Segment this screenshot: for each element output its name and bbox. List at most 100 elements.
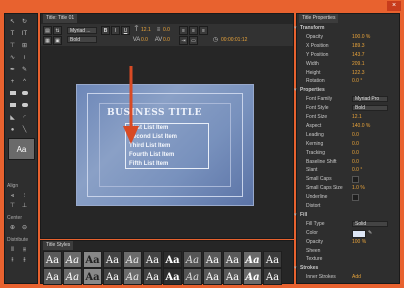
property-value[interactable]: 189.3 [352,42,365,50]
delete-anchor-tool-icon[interactable]: ✎ [20,66,29,74]
property-row[interactable]: Sheen [298,247,396,255]
vertical-path-type-tool-icon[interactable]: ≀ [20,54,29,62]
property-row[interactable]: Underline [298,193,396,202]
arc-tool-icon[interactable]: ◜ [20,114,29,122]
rectangle-tool-icon[interactable] [8,90,17,98]
property-row[interactable]: Opacity 100 % [298,238,396,246]
distribute-right-icon[interactable]: ⫲ [8,256,17,264]
style-swatch[interactable]: Aa [203,268,222,285]
show-safe-area-button[interactable]: ▭ [189,36,198,45]
tracking-value[interactable]: 0.0 [163,37,170,43]
distribute-left-icon[interactable]: ⫴ [8,246,17,254]
property-value[interactable]: 143.7 [352,51,365,59]
style-swatch[interactable]: Aa [123,251,142,268]
property-value[interactable]: 0.0 [352,131,359,139]
property-row[interactable]: Width 209.1 [298,60,396,68]
style-swatch[interactable]: Aa [263,268,282,285]
style-swatch[interactable]: Aa [163,251,182,268]
property-value[interactable]: 0.0 ° [352,77,362,85]
style-swatch[interactable]: Aa [143,251,162,268]
underline-button[interactable]: U [121,26,130,35]
line-tool-icon[interactable]: ╲ [20,126,29,134]
property-row[interactable]: Fill Type Solid [298,220,396,228]
property-row[interactable]: Tracking 0.0 [298,149,396,157]
property-row[interactable]: Y Position 143.7 [298,51,396,59]
property-value[interactable]: 0.0 ° [352,166,362,174]
font-size-value[interactable]: 12.1 [141,27,151,33]
property-value[interactable]: Bold [352,105,388,112]
center-horizontal-icon[interactable]: ⊖ [20,224,29,232]
show-background-button[interactable]: ▣ [53,36,62,45]
convert-anchor-tool-icon[interactable]: ^ [20,78,29,86]
style-swatch[interactable]: Aa [103,251,122,268]
property-row[interactable]: Texture [298,255,396,263]
property-row[interactable]: Baseline Shift 0.0 [298,158,396,166]
align-center-icon[interactable]: ⫶ [20,192,29,200]
rotate-tool-icon[interactable]: ↻ [20,18,29,26]
property-value[interactable]: 100 % [352,238,366,246]
tab-title-properties[interactable]: Title Properties [299,14,339,23]
property-row[interactable]: Font Size 12.1 [298,113,396,121]
font-family-select[interactable]: Myriad ... [67,27,97,34]
leading-value[interactable]: 0.0 [163,27,170,33]
ellipse-tool-icon[interactable]: ● [8,126,17,134]
new-title-button[interactable]: ▤ [43,26,52,35]
property-value[interactable]: 0.0 [352,140,359,148]
property-value[interactable]: 140.0 % [352,122,370,130]
path-type-tool-icon[interactable]: ∿ [8,54,17,62]
fill-color-swatch[interactable] [352,229,366,238]
window-close-button[interactable]: × [387,1,401,11]
align-left-icon[interactable]: ⫷ [8,192,17,200]
expand-triangle-icon[interactable]: ▾ [294,211,297,219]
style-swatch[interactable]: Aa [163,268,182,285]
distribute-center-icon[interactable]: ⫵ [20,246,29,254]
align-right-text-button[interactable]: ≡ [199,26,208,35]
property-row[interactable]: Inner Strokes Add [298,273,396,281]
style-swatch[interactable]: Aa [103,268,122,285]
property-value[interactable]: 100.0 % [352,33,370,41]
property-value[interactable]: 122.3 [352,69,365,77]
style-swatch[interactable]: Aa [43,251,62,268]
property-value[interactable]: 12.1 [352,113,362,121]
property-value[interactable]: Solid [352,220,388,227]
pen-tool-icon[interactable]: ✒ [8,66,17,74]
align-middle-icon[interactable]: ⊥ [20,202,29,210]
italic-button[interactable]: I [111,26,120,35]
property-row[interactable]: Small Caps Size 1.0 % [298,184,396,192]
expand-triangle-icon[interactable]: ▾ [294,86,297,94]
templates-button[interactable]: ▦ [43,36,52,45]
area-type-tool-icon[interactable]: ⊤ [8,42,17,50]
style-swatch[interactable]: Aa [83,268,102,285]
property-row[interactable]: Kerning 0.0 [298,140,396,148]
roll-crawl-button[interactable]: ⇅ [53,26,62,35]
align-top-icon[interactable]: ⊤ [8,202,17,210]
property-value[interactable]: Add [352,273,361,281]
vertical-type-tool-icon[interactable]: IT [20,30,29,38]
property-value[interactable]: Myriad Pro [352,96,388,103]
property-row[interactable]: Small Caps [298,175,396,184]
bold-button[interactable]: B [101,26,110,35]
properties-section-header[interactable]: Properties ▾ [294,86,396,94]
rounded-rectangle-tool-icon[interactable] [20,90,29,98]
tab-stops-button[interactable]: ⇥ [179,36,188,45]
checkbox[interactable] [352,194,359,202]
checkbox[interactable] [352,176,359,184]
expand-triangle-icon[interactable]: ▾ [294,24,297,32]
distribute-top-icon[interactable]: ⫳ [20,256,29,264]
tab-title-styles[interactable]: Title Styles [43,241,74,250]
property-row[interactable]: Opacity 100.0 % [298,33,396,41]
rounded-corner-tool-icon[interactable] [20,102,29,110]
align-center-text-button[interactable]: ≡ [189,26,198,35]
property-row[interactable]: X Position 189.3 [298,42,396,50]
clipped-corner-tool-icon[interactable] [8,102,17,110]
eyedropper-icon[interactable]: ✎ [368,229,372,237]
property-row[interactable]: Height 122.3 [298,69,396,77]
timecode-value[interactable]: 00:00:01:12 [221,37,247,43]
property-row[interactable]: Aspect 140.0 % [298,122,396,130]
style-swatch[interactable]: Aa [243,251,262,268]
center-vertical-icon[interactable]: ⊕ [8,224,17,232]
wedge-tool-icon[interactable]: ◣ [8,114,17,122]
properties-section-header[interactable]: Transform ▾ [294,24,396,32]
property-value[interactable]: 1.0 % [352,184,365,192]
style-swatch[interactable]: Aa [263,251,282,268]
